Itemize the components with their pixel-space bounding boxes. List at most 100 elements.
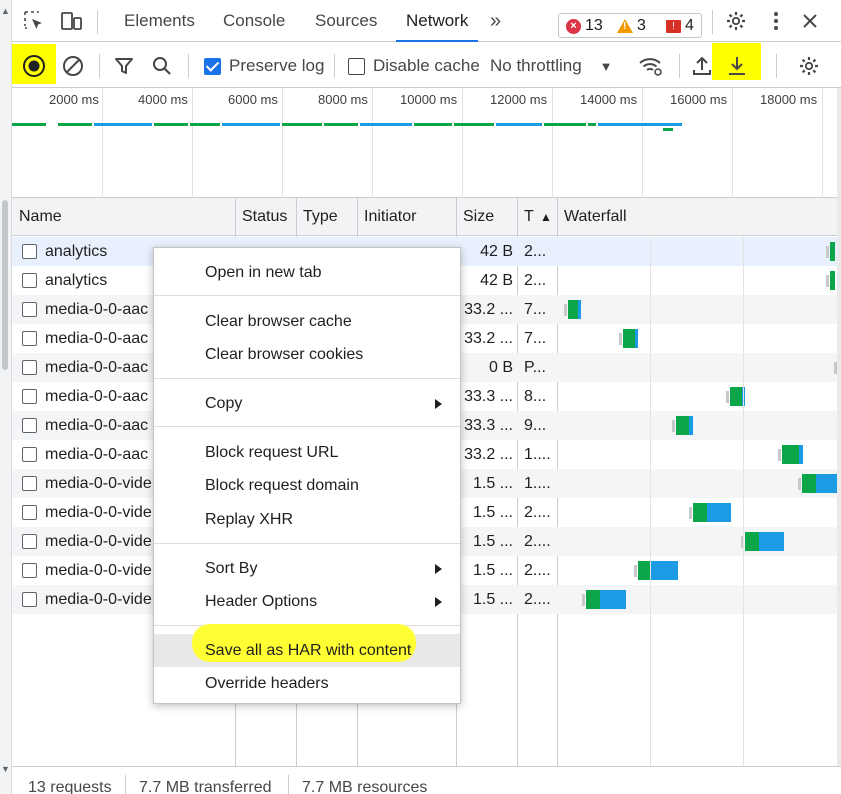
- device-toolbar-icon[interactable]: [60, 10, 84, 32]
- column-header-waterfall[interactable]: Waterfall: [557, 198, 627, 236]
- row-checkbox[interactable]: [22, 505, 37, 520]
- waterfall-queue: [689, 507, 692, 519]
- network-conditions-button[interactable]: [638, 54, 664, 78]
- menu-item-header-options[interactable]: Header Options: [154, 585, 460, 618]
- tab-console[interactable]: Console: [223, 0, 285, 42]
- request-size: 33.3 ...: [464, 388, 513, 405]
- menu-item-clear-cookies[interactable]: Clear browser cookies: [154, 338, 460, 371]
- column-header-status[interactable]: Status: [235, 198, 287, 236]
- export-har-button[interactable]: [727, 54, 747, 78]
- request-time: 8...: [524, 388, 547, 405]
- waterfall-queue: [634, 565, 637, 577]
- filter-icon: [115, 58, 133, 74]
- tab-network[interactable]: Network: [395, 0, 479, 43]
- devtools-tab-bar: Elements Console Sources Network » × 13 …: [12, 0, 841, 43]
- clear-log-button[interactable]: [62, 54, 84, 78]
- menu-item-save-har[interactable]: Save all as HAR with content: [154, 624, 460, 667]
- row-checkbox[interactable]: [22, 273, 37, 288]
- tab-elements[interactable]: Elements: [124, 0, 195, 42]
- waterfall-bar: [830, 242, 835, 261]
- menu-item-block-domain[interactable]: Block request domain: [154, 469, 460, 502]
- tab-sources[interactable]: Sources: [315, 0, 377, 42]
- request-size: 33.2 ...: [464, 330, 513, 347]
- request-size: 0 B: [488, 359, 513, 376]
- scrollbar-thumb[interactable]: [2, 200, 8, 370]
- request-size: 1.5 ...: [472, 504, 513, 521]
- column-header-size[interactable]: Size: [456, 198, 494, 236]
- settings-gear-icon[interactable]: [724, 10, 748, 32]
- network-overview-timeline[interactable]: 2000 ms 4000 ms 6000 ms 8000 ms 10000 ms…: [12, 88, 837, 198]
- row-checkbox[interactable]: [22, 592, 37, 607]
- request-time: 2....: [524, 562, 551, 579]
- overview-grid-line: [282, 88, 283, 198]
- search-button[interactable]: [152, 54, 172, 78]
- menu-item-block-url[interactable]: Block request URL: [154, 436, 460, 469]
- scroll-up-icon[interactable]: ▲: [1, 6, 10, 16]
- menu-item-clear-cache[interactable]: Clear browser cache: [154, 305, 460, 338]
- disable-cache-checkbox[interactable]: Disable cache: [348, 54, 480, 78]
- issue-count-badge[interactable]: ! 4: [666, 14, 694, 38]
- row-checkbox[interactable]: [22, 389, 37, 404]
- row-checkbox[interactable]: [22, 534, 37, 549]
- row-checkbox[interactable]: [22, 418, 37, 433]
- waterfall-download: [578, 300, 581, 319]
- warning-count-badge[interactable]: ! 3: [617, 14, 646, 38]
- preserve-log-checkbox[interactable]: Preserve log: [204, 54, 324, 78]
- column-header-time[interactable]: T ▲: [517, 198, 552, 236]
- waterfall-queue: [778, 449, 781, 461]
- tabbar-separator: [97, 10, 98, 34]
- toolbar-separator: [99, 54, 100, 78]
- menu-item-open-new-tab[interactable]: Open in new tab: [154, 256, 460, 289]
- waterfall-download: [600, 590, 626, 609]
- left-scrollbar[interactable]: ▲ ▼: [0, 0, 12, 794]
- overview-tick: 6000 ms: [228, 92, 278, 107]
- close-devtools-icon[interactable]: [798, 10, 822, 32]
- scroll-down-icon[interactable]: ▼: [1, 764, 10, 774]
- devtools-window: ▲ ▼ Elements Console Sources Network » ×…: [0, 0, 841, 794]
- waterfall-bar: [568, 300, 578, 319]
- statusbar-separator: [125, 775, 126, 794]
- more-tabs-icon[interactable]: »: [490, 0, 501, 42]
- waterfall-download: [635, 329, 638, 348]
- dropdown-arrow-icon: ▼: [599, 58, 613, 74]
- menu-item-sort-by[interactable]: Sort By: [154, 552, 460, 585]
- preserve-log-label: Preserve log: [229, 56, 325, 75]
- row-checkbox[interactable]: [22, 563, 37, 578]
- row-checkbox[interactable]: [22, 360, 37, 375]
- filter-button[interactable]: [114, 54, 134, 78]
- record-button[interactable]: [22, 54, 46, 78]
- menu-item-replay-xhr[interactable]: Replay XHR: [154, 503, 460, 536]
- row-checkbox[interactable]: [22, 331, 37, 346]
- request-time: 2....: [524, 504, 551, 521]
- request-count: 13 requests: [28, 779, 112, 794]
- import-har-button[interactable]: [692, 54, 712, 78]
- request-time: 7...: [524, 301, 547, 318]
- waterfall-queue: [798, 478, 801, 490]
- error-count-badge[interactable]: × 13: [566, 14, 603, 38]
- gear-icon: [800, 57, 818, 75]
- column-header-type[interactable]: Type: [296, 198, 338, 236]
- warning-icon: !: [617, 19, 633, 33]
- waterfall-bar: [623, 329, 635, 348]
- throttling-select[interactable]: No throttling ▼: [490, 54, 613, 78]
- network-settings-button[interactable]: [798, 54, 820, 78]
- menu-item-sort-by-label: Sort By: [205, 560, 258, 577]
- menu-separator: [154, 378, 460, 379]
- more-options-icon[interactable]: [764, 10, 788, 32]
- request-size: 1.5 ...: [472, 533, 513, 550]
- row-checkbox[interactable]: [22, 447, 37, 462]
- menu-item-override-headers[interactable]: Override headers: [154, 667, 460, 700]
- waterfall-queue: [726, 391, 729, 403]
- column-header-name[interactable]: Name: [12, 198, 62, 236]
- overview-grid-line: [102, 88, 103, 198]
- waterfall-bar: [830, 271, 835, 290]
- right-scrollbar[interactable]: [837, 88, 841, 766]
- menu-item-copy[interactable]: Copy: [154, 387, 460, 420]
- overview-bar: [58, 123, 92, 126]
- row-checkbox[interactable]: [22, 244, 37, 259]
- menu-separator: [154, 295, 460, 296]
- row-checkbox[interactable]: [22, 302, 37, 317]
- row-checkbox[interactable]: [22, 476, 37, 491]
- inspect-element-icon[interactable]: [22, 10, 46, 32]
- column-header-initiator[interactable]: Initiator: [357, 198, 416, 236]
